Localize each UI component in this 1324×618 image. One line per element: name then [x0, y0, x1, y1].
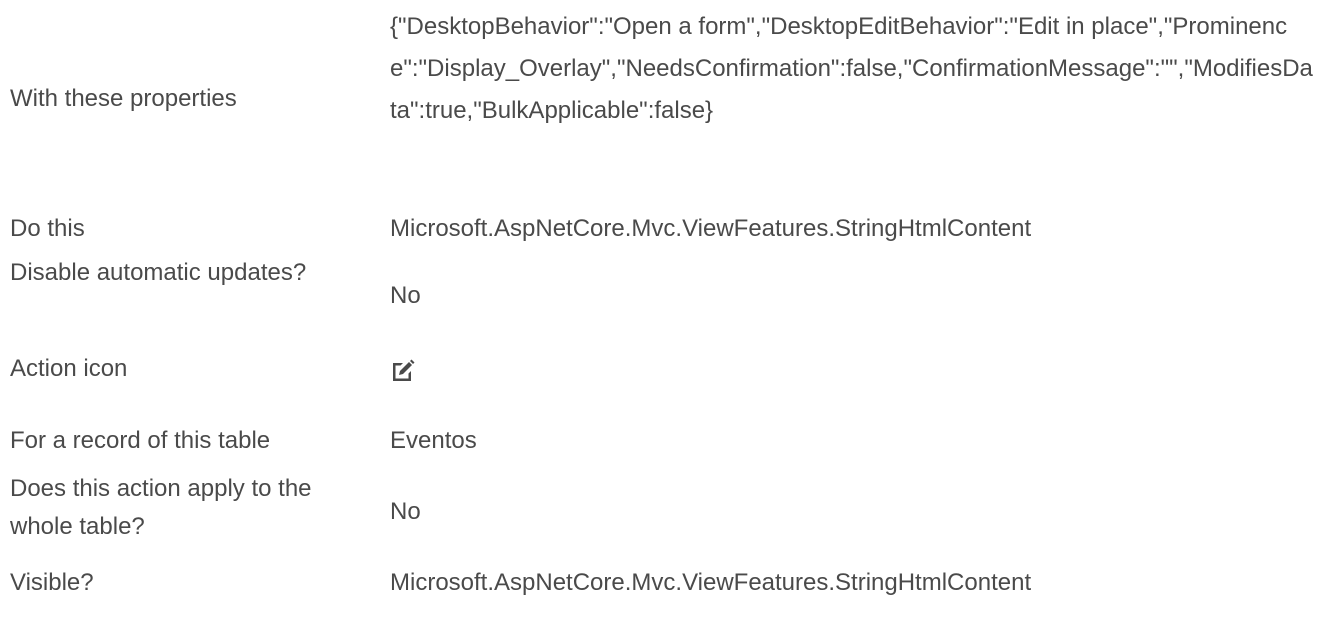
property-label: With these properties — [10, 85, 237, 112]
property-value: Eventos — [390, 427, 477, 454]
property-value-json: {"DesktopBehavior":"Open a form","Deskto… — [390, 13, 1313, 124]
property-label: Visible? — [10, 569, 94, 596]
action-properties-table: With these properties {"DesktopBehavior"… — [0, 0, 1324, 618]
property-label: For a record of this table — [10, 427, 271, 454]
property-value: No — [390, 498, 421, 525]
property-row-action-icon: Action icon — [0, 346, 1324, 386]
property-row-visible: Visible? Microsoft.AspNetCore.Mvc.ViewFe… — [0, 564, 1324, 604]
property-row-with-these-properties: With these properties {"DesktopBehavior"… — [0, 0, 1324, 198]
property-value-icon — [390, 351, 1315, 389]
property-row-disable-updates: Disable automatic updates? No — [0, 250, 1324, 334]
property-row-record-table: For a record of this table Eventos — [0, 422, 1324, 462]
property-label: Do this — [10, 215, 85, 242]
property-row-whole-table: Does this action apply to the whole tabl… — [0, 466, 1324, 550]
property-value: No — [390, 282, 421, 309]
edit-icon — [390, 358, 416, 384]
property-row-do-this: Do this Microsoft.AspNetCore.Mvc.ViewFea… — [0, 206, 1324, 246]
property-label: Action icon — [10, 355, 128, 382]
property-label: Does this action apply to the whole tabl… — [10, 475, 312, 540]
property-label: Disable automatic updates? — [10, 259, 307, 286]
property-value: Microsoft.AspNetCore.Mvc.ViewFeatures.St… — [390, 569, 1032, 596]
property-value: Microsoft.AspNetCore.Mvc.ViewFeatures.St… — [390, 215, 1032, 242]
